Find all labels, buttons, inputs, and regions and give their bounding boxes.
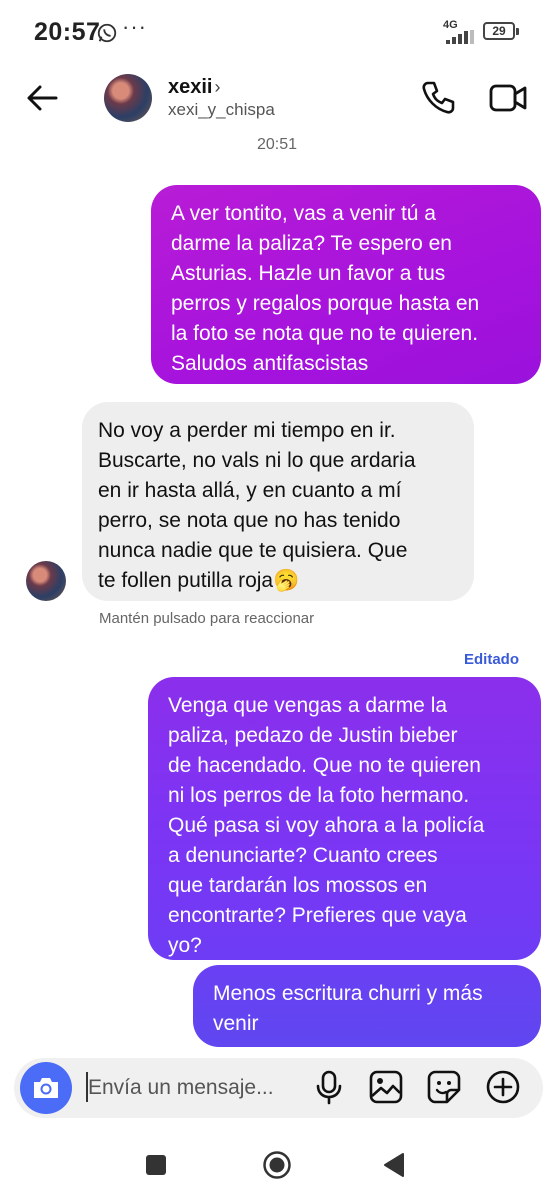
message-timestamp: 20:51 [256, 136, 298, 153]
plus-circle-icon[interactable] [484, 1068, 522, 1106]
phone-icon[interactable] [418, 78, 458, 118]
contact-avatar[interactable] [104, 74, 152, 122]
outgoing-message[interactable]: Menos escritura churri y más venir [193, 965, 541, 1047]
system-back-button[interactable] [381, 1151, 407, 1179]
sender-avatar[interactable] [26, 561, 66, 601]
camera-button[interactable] [20, 1062, 72, 1114]
outgoing-message[interactable]: Venga que vengas a darme la paliza, peda… [148, 677, 541, 960]
video-camera-icon[interactable] [488, 80, 528, 116]
message-text: A ver tontito, vas a venir tú a darme la… [171, 202, 480, 375]
outgoing-message[interactable]: A ver tontito, vas a venir tú a darme la… [151, 185, 541, 384]
image-gallery-icon[interactable] [367, 1068, 405, 1106]
sticker-icon[interactable] [425, 1068, 463, 1106]
chevron-right-icon: › [214, 77, 221, 97]
message-text: Venga que vengas a darme la paliza, peda… [168, 694, 485, 957]
signal-strength-icon [446, 30, 474, 44]
whatsapp-notification-icon [97, 23, 117, 43]
text-cursor [86, 1072, 88, 1102]
recent-apps-button[interactable] [146, 1155, 166, 1175]
back-arrow-icon[interactable] [22, 78, 62, 118]
incoming-message[interactable]: No voy a perder mi tiempo en ir. Buscart… [82, 402, 474, 601]
battery-indicator: 29 [483, 22, 519, 40]
message-input[interactable] [84, 1066, 293, 1110]
contact-username: xexi_y_chispa [168, 100, 275, 119]
message-text: Menos escritura churri y más venir [213, 982, 483, 1035]
edited-label: Editado [464, 651, 519, 668]
contact-name-text: xexii [168, 76, 213, 98]
react-hint: Mantén pulsado para reaccionar [99, 610, 315, 627]
contact-name[interactable]: xexii › [168, 76, 220, 99]
message-text: No voy a perder mi tiempo en ir. Buscart… [98, 419, 416, 592]
home-button[interactable] [262, 1150, 292, 1180]
more-notifications-icon: ··· [122, 14, 147, 39]
microphone-icon[interactable] [310, 1068, 348, 1106]
status-time: 20:57 [34, 18, 101, 46]
camera-icon [34, 1078, 58, 1098]
